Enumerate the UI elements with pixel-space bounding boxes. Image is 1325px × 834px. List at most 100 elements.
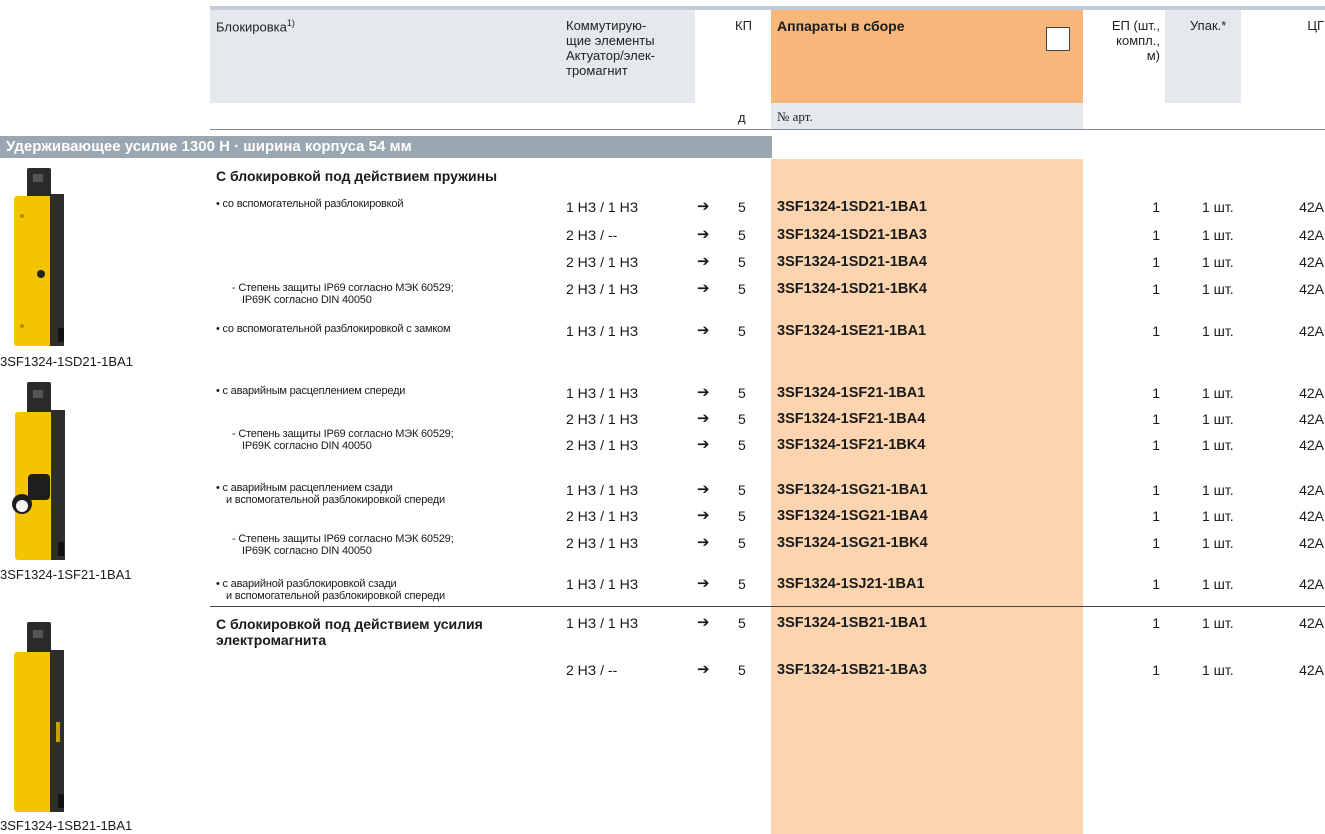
price-group: 42A [1299,508,1324,524]
pack-size: 1 шт. [1202,535,1234,551]
delivery-time: 5 [738,535,746,551]
switch-elements: 1 НЗ / 1 НЗ [566,323,639,339]
table-row: 1 НЗ / 1 НЗ ➔ 5 3SF1324-1SG21-1BA1 1 1 ш… [0,481,1325,499]
delivery-arrow-icon: ➔ [697,384,710,401]
delivery-arrow-icon: ➔ [697,280,710,297]
article-number[interactable]: 3SF1324-1SB21-1BA1 [777,614,927,632]
table-row: 2 НЗ / 1 НЗ ➔ 5 3SF1324-1SD21-1BA4 1 1 ш… [0,253,1325,271]
unit-qty: 1 [1152,227,1160,243]
price-group: 42A [1299,227,1324,243]
pack-size: 1 шт. [1202,508,1234,524]
unit-qty: 1 [1152,576,1160,592]
unit-qty: 1 [1152,323,1160,339]
col-cg-header: ЦГ [1307,18,1324,33]
delivery-time: 5 [738,281,746,297]
switch-elements: 1 НЗ / 1 НЗ [566,385,639,401]
unit-qty: 1 [1152,437,1160,453]
switch-elements: 1 НЗ / 1 НЗ [566,482,639,498]
pack-size: 1 шт. [1202,662,1234,678]
unit-qty: 1 [1152,615,1160,631]
pack-size: 1 шт. [1202,199,1234,215]
switch-elements: 1 НЗ / 1 НЗ [566,199,639,215]
unit-qty: 1 [1152,385,1160,401]
col-art-no-header: № арт. [777,109,813,124]
pack-size: 1 шт. [1202,385,1234,401]
delivery-arrow-icon: ➔ [697,410,710,427]
unit-qty: 1 [1152,411,1160,427]
switch-elements: 2 НЗ / 1 НЗ [566,437,639,453]
table-row: 1 НЗ / 1 НЗ ➔ 5 3SF1324-1SD21-1BA1 1 1 ш… [0,198,1325,216]
article-number[interactable]: 3SF1324-1SD21-1BA1 [777,198,927,216]
unit-qty: 1 [1152,254,1160,270]
delivery-arrow-icon: ➔ [697,322,710,339]
delivery-time: 5 [738,323,746,339]
delivery-arrow-icon: ➔ [697,253,710,270]
group-divider [210,606,1325,607]
delivery-time: 5 [738,227,746,243]
price-group: 42A [1299,199,1324,215]
col-lock-header: Блокировка1) [216,18,295,35]
article-number[interactable]: 3SF1324-1SB21-1BA3 [777,661,927,679]
price-group: 42A [1299,254,1324,270]
switch-elements: 2 НЗ / -- [566,227,618,243]
table-row: 2 НЗ / -- ➔ 5 3SF1324-1SB21-1BA3 1 1 шт.… [0,661,1325,679]
delivery-arrow-icon: ➔ [697,661,710,678]
article-number[interactable]: 3SF1324-1SJ21-1BA1 [777,575,925,593]
article-number[interactable]: 3SF1324-1SD21-1BK4 [777,280,927,298]
unit-qty: 1 [1152,535,1160,551]
switch-elements: 2 НЗ / 1 НЗ [566,254,639,270]
table-row: 1 НЗ / 1 НЗ ➔ 5 3SF1324-1SF21-1BA1 1 1 ш… [0,384,1325,402]
delivery-time: 5 [738,199,746,215]
header-bottom-rule [210,129,1325,130]
article-number[interactable]: 3SF1324-1SE21-1BA1 [777,322,926,340]
pack-size: 1 шт. [1202,227,1234,243]
table-row: 2 НЗ / 1 НЗ ➔ 5 3SF1324-1SD21-1BK4 1 1 ш… [0,280,1325,298]
article-number[interactable]: 3SF1324-1SF21-1BK4 [777,436,925,454]
col-kp-unit: д [738,110,746,125]
switch-elements: 1 НЗ / 1 НЗ [566,615,639,631]
product-caption-3: 3SF1324-1SB21-1BA1 [0,818,133,833]
switch-elements: 1 НЗ / 1 НЗ [566,576,639,592]
product-image-3 [14,622,64,812]
switch-elements: 2 НЗ / 1 НЗ [566,281,639,297]
delivery-arrow-icon: ➔ [697,481,710,498]
pack-size: 1 шт. [1202,615,1234,631]
unit-qty: 1 [1152,199,1160,215]
table-row: 2 НЗ / -- ➔ 5 3SF1324-1SD21-1BA3 1 1 шт.… [0,226,1325,244]
article-number[interactable]: 3SF1324-1SF21-1BA1 [777,384,925,402]
col-kp-header: КП [735,18,752,33]
selection-checkbox[interactable] [1046,27,1070,51]
switch-elements: 2 НЗ / -- [566,662,618,678]
pack-size: 1 шт. [1202,411,1234,427]
table-row: 2 НЗ / 1 НЗ ➔ 5 3SF1324-1SG21-1BA4 1 1 ш… [0,507,1325,525]
pack-size: 1 шт. [1202,482,1234,498]
delivery-arrow-icon: ➔ [697,436,710,453]
price-group: 42A [1299,411,1324,427]
delivery-time: 5 [738,385,746,401]
article-number[interactable]: 3SF1324-1SG21-1BA4 [777,507,928,525]
article-number[interactable]: 3SF1324-1SD21-1BA4 [777,253,927,271]
pack-size: 1 шт. [1202,323,1234,339]
delivery-time: 5 [738,615,746,631]
table-row: 1 НЗ / 1 НЗ ➔ 5 3SF1324-1SJ21-1BA1 1 1 ш… [0,575,1325,593]
delivery-arrow-icon: ➔ [697,534,710,551]
table-row: 2 НЗ / 1 НЗ ➔ 5 3SF1324-1SF21-1BK4 1 1 ш… [0,436,1325,454]
delivery-time: 5 [738,482,746,498]
col-ep-header: ЕП (шт., компл., м) [1111,18,1160,63]
price-group: 42A [1299,576,1324,592]
delivery-arrow-icon: ➔ [697,614,710,631]
pack-size: 1 шт. [1202,281,1234,297]
price-group: 42A [1299,323,1324,339]
article-number[interactable]: 3SF1324-1SG21-1BA1 [777,481,928,499]
product-caption-2: 3SF1324-1SF21-1BA1 [0,567,132,582]
switch-elements: 2 НЗ / 1 НЗ [566,411,639,427]
article-number[interactable]: 3SF1324-1SF21-1BA4 [777,410,925,428]
price-group: 42A [1299,482,1324,498]
article-number[interactable]: 3SF1324-1SG21-1BK4 [777,534,928,552]
section-title: Удерживающее усилие 1300 Н · ширина корп… [0,136,772,158]
unit-qty: 1 [1152,281,1160,297]
unit-qty: 1 [1152,662,1160,678]
delivery-time: 5 [738,411,746,427]
article-number[interactable]: 3SF1324-1SD21-1BA3 [777,226,927,244]
delivery-arrow-icon: ➔ [697,226,710,243]
